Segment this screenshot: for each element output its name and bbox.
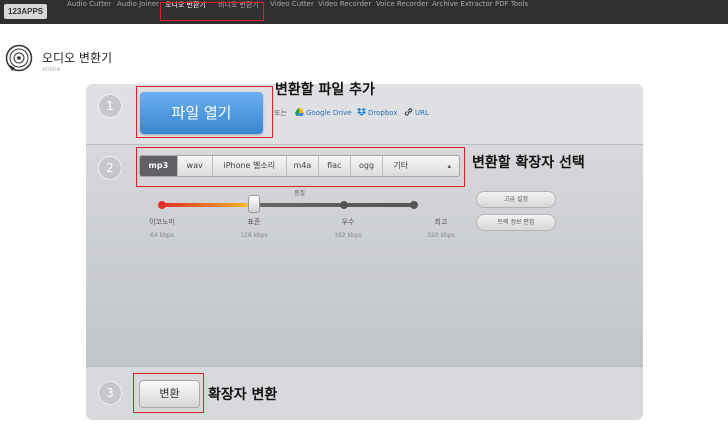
- quality-tick-best: 최고: [434, 218, 448, 226]
- bitrate-economy: 64 kbps: [150, 232, 174, 239]
- nav-video-recorder[interactable]: Video Recorder: [318, 0, 371, 24]
- quality-slider-handle[interactable]: [248, 195, 260, 213]
- dropbox-label: Dropbox: [368, 109, 398, 117]
- step-number-1: 1: [98, 94, 122, 118]
- url-link[interactable]: URL: [404, 108, 429, 117]
- dropbox-icon: [357, 108, 366, 116]
- url-label: URL: [415, 109, 429, 117]
- app-subtitle: online: [42, 66, 61, 73]
- app-title: 오디오 변환기: [42, 51, 113, 65]
- nav-voice-recorder[interactable]: Voice Recorder: [376, 0, 428, 24]
- quality-tick-good: 우수: [341, 218, 355, 226]
- bitrate-good: 192 kbps: [334, 232, 362, 239]
- quality-tick-economy: 이코노미: [149, 218, 175, 226]
- link-icon: [404, 108, 413, 116]
- or-label: 또는: [274, 109, 287, 117]
- nav-video-cutter[interactable]: Video Cutter: [270, 0, 314, 24]
- disc-icon: [5, 44, 33, 72]
- dropbox-link[interactable]: Dropbox: [357, 108, 398, 117]
- convert-highlight-box: [133, 373, 204, 413]
- top-nav-bar: 123APPS Audio Cutter Audio Joiner 오디오 변환…: [0, 0, 728, 24]
- open-file-highlight-box: [136, 86, 273, 138]
- edit-track-info-button[interactable]: 트랙 정보 편집: [476, 214, 556, 231]
- callout-select-format: 변환할 확장자 선택: [472, 155, 585, 171]
- format-highlight-box: [136, 147, 465, 187]
- step-number-2: 2: [98, 156, 122, 180]
- converter-panel: 1 파일 열기 또는 Google Drive Dropbox URL 2 mp…: [86, 84, 643, 420]
- quality-stop-good[interactable]: [340, 201, 348, 209]
- step-number-3: 3: [98, 381, 122, 405]
- step-2-section: 2 mp3 wav iPhone 벨소리 m4a flac ogg 기타 ▴ 품질…: [86, 145, 643, 367]
- nav-highlight-box: [160, 2, 264, 21]
- quality-stop-best[interactable]: [410, 201, 418, 209]
- google-drive-icon: [295, 108, 304, 116]
- quality-stop-economy[interactable]: [158, 201, 166, 209]
- step-3-section: 3 변환: [86, 367, 643, 420]
- bitrate-standard: 128 kbps: [240, 232, 268, 239]
- callout-convert: 확장자 변환: [208, 387, 278, 403]
- google-drive-link[interactable]: Google Drive: [295, 108, 352, 117]
- callout-add-file: 변환할 파일 추가: [275, 82, 375, 98]
- quality-label: 품질: [294, 190, 306, 197]
- advanced-settings-button[interactable]: 고급 설정: [476, 191, 556, 208]
- quality-tick-standard: 표준: [247, 218, 261, 226]
- quality-slider-track[interactable]: [162, 203, 414, 207]
- google-drive-label: Google Drive: [306, 109, 352, 117]
- 123apps-logo[interactable]: 123APPS: [4, 4, 48, 19]
- bitrate-best: 320 kbps: [427, 232, 455, 239]
- nav-archive-extractor[interactable]: Archive Extractor: [432, 0, 493, 24]
- nav-audio-cutter[interactable]: Audio Cutter: [67, 0, 111, 24]
- nav-pdf-tools[interactable]: PDF Tools: [495, 0, 528, 24]
- nav-audio-joiner[interactable]: Audio Joiner: [117, 0, 159, 24]
